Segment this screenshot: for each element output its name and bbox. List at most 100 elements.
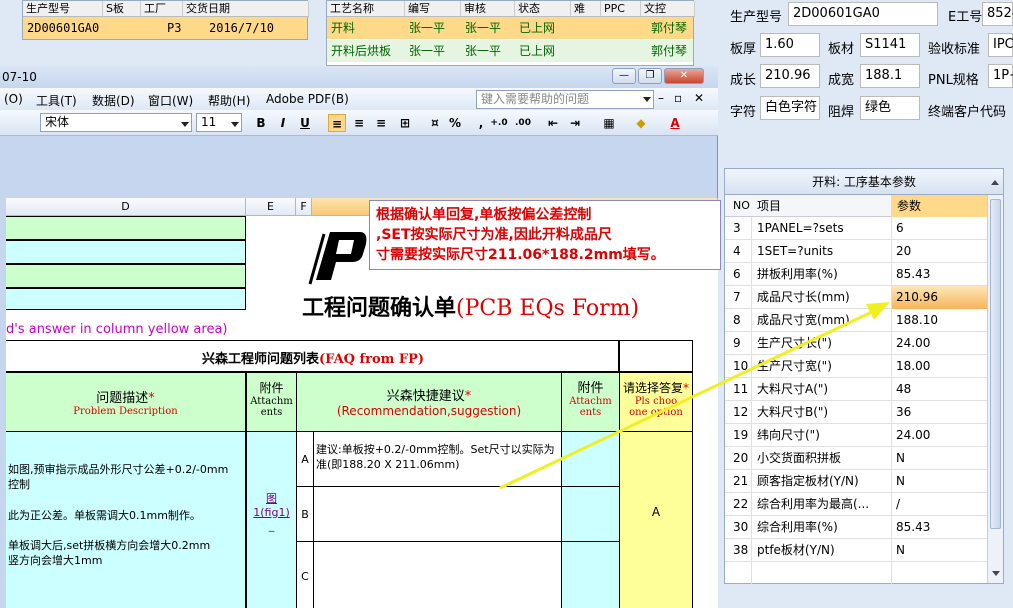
param-value[interactable]: 20 <box>892 240 987 263</box>
close-icon[interactable]: ✕ <box>664 68 704 84</box>
col-header-difficulty[interactable]: 难 <box>571 1 601 17</box>
decrease-indent-icon[interactable]: ⇤ <box>544 114 562 132</box>
param-row[interactable]: 7 成品尺寸长(mm) 210.96 <box>725 286 987 309</box>
underline-icon[interactable]: U <box>296 114 314 132</box>
doc-minimize-icon[interactable]: – <box>658 91 664 105</box>
param-row[interactable]: 30 综合利用率(%) 85.43 <box>725 516 987 539</box>
col-header-reviewer[interactable]: 审核 <box>461 1 515 17</box>
suggestion-a-cell[interactable]: 建议:单板按+0.2/-0mm控制。Set尺寸以实际为准(即188.20 X 2… <box>313 431 562 487</box>
col-header-doc-ctrl[interactable]: 文控 <box>641 1 695 17</box>
param-row[interactable]: 3 1PANEL=?sets 6 <box>725 217 987 240</box>
increase-decimal-icon[interactable]: +.0 <box>490 114 508 132</box>
doc-restore-icon[interactable]: ▫ <box>674 91 682 105</box>
align-right-icon[interactable]: ≡ <box>372 114 390 132</box>
param-value[interactable]: 24.00 <box>892 332 987 355</box>
suggestion-c-cell[interactable] <box>313 541 562 608</box>
param-value[interactable]: 48 <box>892 378 987 401</box>
col-header-ppc[interactable]: PPC <box>601 1 641 17</box>
param-value[interactable]: / <box>892 493 987 516</box>
menu-help[interactable]: 帮助(H) <box>208 92 250 109</box>
param-row[interactable]: 6 拼板利用率(%) 85.43 <box>725 263 987 286</box>
scroll-down-icon[interactable] <box>988 567 1004 581</box>
doc-close-icon[interactable]: ✕ <box>694 91 704 105</box>
col-header-d[interactable]: D <box>6 198 246 216</box>
param-value[interactable]: 188.10 <box>892 309 987 332</box>
params-scrollbar[interactable] <box>987 195 1003 583</box>
col-header-date[interactable]: 交货日期 <box>183 1 309 17</box>
align-left-icon[interactable]: ≡ <box>328 114 346 132</box>
material-field[interactable]: S1141 <box>860 33 920 57</box>
param-row[interactable]: 8 成品尺寸宽(mm) 188.10 <box>725 309 987 332</box>
param-value[interactable]: 6 <box>892 217 987 240</box>
font-name-select[interactable]: 宋体 <box>40 113 192 132</box>
bold-icon[interactable]: B <box>252 114 270 132</box>
col-header-factory[interactable]: 工厂 <box>141 1 183 17</box>
scrollbar-thumb[interactable] <box>990 199 1001 529</box>
col-header-item[interactable]: 项目 <box>757 195 781 217</box>
menu-data[interactable]: 数据(D) <box>92 92 135 109</box>
menu-window[interactable]: 窗口(W) <box>148 92 193 109</box>
suggestion-b-cell[interactable] <box>313 486 562 542</box>
font-color-icon[interactable]: A <box>666 114 684 132</box>
param-row[interactable]: 11 大料尺寸A(") 48 <box>725 378 987 401</box>
param-row[interactable]: 22 综合利用率为最高(... / <box>725 493 987 516</box>
col-header-model[interactable]: 生产型号 <box>23 1 103 17</box>
borders-icon[interactable]: ▦ <box>600 114 618 132</box>
menu-format[interactable]: (O) <box>4 92 23 106</box>
param-value[interactable]: 85.43 <box>892 516 987 539</box>
merge-center-icon[interactable]: ⊞ <box>396 114 414 132</box>
increase-indent-icon[interactable]: ⇥ <box>566 114 584 132</box>
dropdown-arrow-icon[interactable] <box>642 96 652 104</box>
param-row[interactable]: 4 1SET=?units 20 <box>725 240 987 263</box>
col-header-f[interactable]: F <box>296 198 312 216</box>
param-value[interactable]: 36 <box>892 401 987 424</box>
font-dropdown-icon[interactable] <box>180 121 190 129</box>
param-row[interactable]: 10 生产尺寸宽(") 18.00 <box>725 355 987 378</box>
col-header-e[interactable]: E <box>246 198 296 216</box>
param-value[interactable]: N <box>892 470 987 493</box>
col-header-value[interactable]: 参数 <box>891 195 987 217</box>
fill-color-icon[interactable]: ◆ <box>632 114 650 132</box>
legend-field[interactable]: 白色字符 <box>760 96 820 120</box>
col-header-writer[interactable]: 编写 <box>405 1 461 17</box>
excel-titlebar[interactable]: 07-10 — ❐ ✕ <box>0 66 718 88</box>
param-row[interactable]: 9 生产尺寸长(") 24.00 <box>725 332 987 355</box>
param-value[interactable]: 18.00 <box>892 355 987 378</box>
param-row[interactable]: 12 大料尺寸B(") 36 <box>725 401 987 424</box>
param-row[interactable]: 20 小交货面积拼板 N <box>725 447 987 470</box>
decrease-decimal-icon[interactable]: .00 <box>514 114 532 132</box>
mask-field[interactable]: 绿色 <box>860 96 920 120</box>
restore-icon[interactable]: ❐ <box>638 68 662 84</box>
param-row[interactable]: 21 顾客指定板材(Y/N) N <box>725 470 987 493</box>
minimize-icon[interactable]: — <box>612 68 636 84</box>
param-row[interactable]: 19 纬向尺寸(") 24.00 <box>725 424 987 447</box>
param-value[interactable]: N <box>892 447 987 470</box>
menu-adobe-pdf[interactable]: Adobe PDF(B) <box>266 92 349 106</box>
pnl-field[interactable]: 1P+ <box>988 64 1013 88</box>
help-search-input[interactable]: 键入需要帮助的问题 <box>476 90 654 109</box>
col-header-s-board[interactable]: S板 <box>103 1 141 17</box>
scroll-up-icon[interactable] <box>987 169 1003 195</box>
comma-icon[interactable]: , <box>472 114 490 132</box>
col-header-process[interactable]: 工艺名称 <box>327 1 405 17</box>
col-header-status[interactable]: 状态 <box>515 1 571 17</box>
italic-icon[interactable]: I <box>274 114 292 132</box>
thickness-field[interactable]: 1.60 <box>760 33 820 57</box>
align-center-icon[interactable]: ≡ <box>350 114 368 132</box>
answer-cell[interactable]: A <box>619 431 693 608</box>
standard-field[interactable]: IPC <box>988 33 1013 57</box>
figure-link[interactable]: 图 1(fig1) _ <box>246 431 297 608</box>
col-header-no[interactable]: NO <box>733 195 750 217</box>
param-row[interactable]: 38 ptfe板材(Y/N) N <box>725 539 987 562</box>
e-no-field[interactable]: 85241 <box>982 2 1013 26</box>
param-value[interactable]: N <box>892 539 987 562</box>
length-field[interactable]: 210.96 <box>760 64 820 88</box>
param-value[interactable]: 85.43 <box>892 263 987 286</box>
param-value[interactable]: 24.00 <box>892 424 987 447</box>
width-field[interactable]: 188.1 <box>860 64 920 88</box>
param-value[interactable]: 210.96 <box>892 286 987 309</box>
menu-tools[interactable]: 工具(T) <box>36 92 77 109</box>
size-dropdown-icon[interactable] <box>230 121 240 129</box>
currency-icon[interactable]: ¤ <box>426 114 444 132</box>
percent-icon[interactable]: % <box>446 114 464 132</box>
